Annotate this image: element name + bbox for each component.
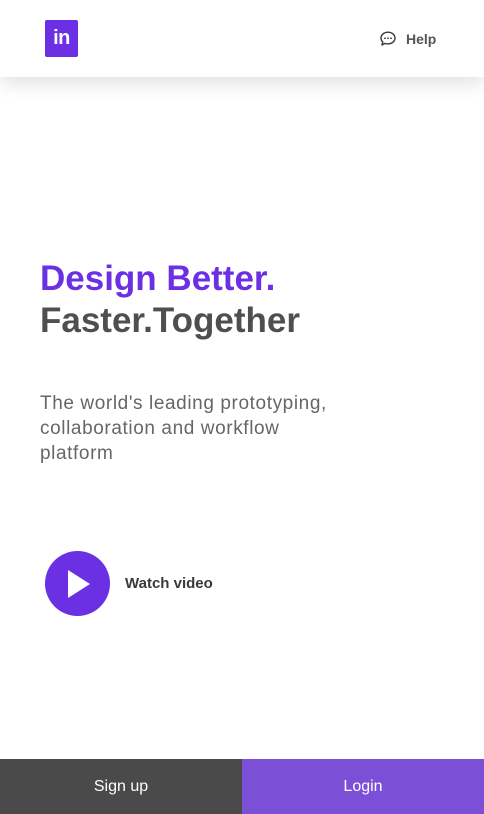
login-button[interactable]: Login [242,759,484,814]
watch-video-button[interactable]: Watch video [45,551,213,616]
help-label: Help [406,31,437,47]
hero-title-line1: Design Better. [40,259,276,298]
top-header: in Help [0,0,484,77]
sign-up-button[interactable]: Sign up [0,759,242,814]
play-icon [67,569,90,598]
chat-bubble-icon [380,31,396,46]
play-button[interactable] [45,551,110,616]
hero-title-line2: Faster.Together [40,301,300,340]
invision-logo[interactable]: in [45,20,78,57]
help-link[interactable]: Help [379,29,436,49]
watch-video-label: Watch video [125,575,213,592]
hero-tagline: The world's leading prototyping, collabo… [40,393,327,464]
